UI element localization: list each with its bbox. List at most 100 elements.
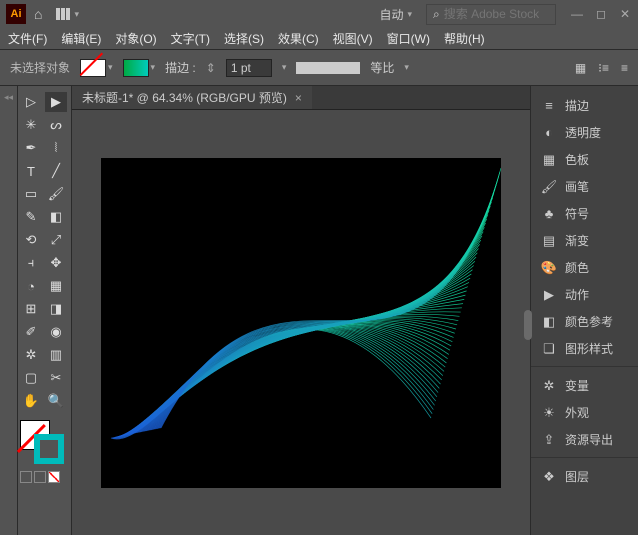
collapse-icon[interactable]: ◂◂: [4, 92, 13, 103]
gradient-tool[interactable]: ◨: [45, 299, 67, 319]
menu-file[interactable]: 文件(F): [8, 30, 47, 47]
panel-label: 色板: [565, 151, 589, 168]
search-icon: ⌕: [433, 7, 440, 22]
search-input[interactable]: [444, 7, 549, 21]
artboard-tool[interactable]: ▢: [20, 368, 42, 388]
panel-透明度[interactable]: ◐透明度: [531, 119, 638, 146]
magic-wand-tool[interactable]: ✳: [20, 115, 42, 135]
tab-close-icon[interactable]: ×: [295, 91, 302, 105]
line-tool[interactable]: ╱: [45, 161, 67, 181]
eraser-tool[interactable]: ◧: [45, 207, 67, 227]
panel-label: 画笔: [565, 178, 589, 195]
panel-符号[interactable]: ♣ 符号: [531, 200, 638, 227]
color-mode[interactable]: [20, 471, 32, 483]
selection-status: 未选择对象: [10, 59, 70, 76]
graph-tool[interactable]: ▥: [45, 345, 67, 365]
mesh-tool[interactable]: ⊞: [20, 299, 42, 319]
panel-资源导出[interactable]: ⇪资源导出: [531, 426, 638, 453]
panel-icon: 🎨: [541, 260, 557, 276]
align-icon[interactable]: ▦: [575, 61, 586, 75]
panel-色板[interactable]: ▦色板: [531, 146, 638, 173]
curvature-tool[interactable]: ⦚: [45, 138, 67, 158]
panel-label: 符号: [565, 205, 589, 222]
menu-type[interactable]: 文字(T): [171, 30, 210, 47]
panel-label: 外观: [565, 404, 589, 421]
panel-渐变[interactable]: ▤渐变: [531, 227, 638, 254]
stroke-stepper[interactable]: ⇕: [206, 61, 216, 75]
panel-图形样式[interactable]: ❏图形样式: [531, 335, 638, 362]
document-tab[interactable]: 未标题-1* @ 64.34% (RGB/GPU 预览) ×: [72, 86, 312, 109]
scale-tool[interactable]: ⤢: [45, 230, 67, 250]
panel-动作[interactable]: ▶动作: [531, 281, 638, 308]
fill-stroke-control[interactable]: [20, 420, 64, 464]
maximize-button[interactable]: ◻: [594, 7, 608, 21]
menu-select[interactable]: 选择(S): [224, 30, 264, 47]
panel-颜色[interactable]: 🎨 颜色: [531, 254, 638, 281]
close-button[interactable]: ✕: [618, 7, 632, 21]
panels-dock: ≡描边◐透明度▦色板 🖌 画笔 ♣ 符号 ▤渐变 🎨 颜色 ▶动作◧颜色参考❏图形样式 ✲变量☀外…: [530, 86, 638, 535]
gradient-mode[interactable]: [34, 471, 46, 483]
dock-strip: ◂◂: [0, 86, 18, 535]
stock-search[interactable]: ⌕: [426, 4, 556, 25]
tools-panel: ▷▶ ✳ᔕ ✒⦚ T╱ ▭🖌 ✎◧ ⟲⤢ ⫞✥ ◔▦ ⊞◨ ✐◉ ✲▥ ▢✂ ✋…: [18, 86, 72, 535]
zoom-tool[interactable]: 🔍: [45, 391, 67, 411]
panel-icon: ≡: [541, 98, 557, 114]
perspective-tool[interactable]: ▦: [45, 276, 67, 296]
symbol-sprayer-tool[interactable]: ✲: [20, 345, 42, 365]
menu-window[interactable]: 窗口(W): [387, 30, 430, 47]
stroke-box[interactable]: [34, 434, 64, 464]
panel-图层[interactable]: ❖ 图层: [531, 457, 638, 490]
menu-effect[interactable]: 效果(C): [278, 30, 319, 47]
panel-icon: ◧: [541, 314, 557, 330]
home-icon[interactable]: ⌂: [34, 6, 42, 22]
selection-tool[interactable]: ▷: [20, 92, 42, 112]
blend-tool[interactable]: ◉: [45, 322, 67, 342]
type-tool[interactable]: T: [20, 161, 42, 181]
panel-外观[interactable]: ☀外观: [531, 399, 638, 426]
panel-icon: 🖌: [541, 179, 557, 195]
document-tabs: 未标题-1* @ 64.34% (RGB/GPU 预览) ×: [72, 86, 530, 110]
paintbrush-tool[interactable]: 🖌: [45, 184, 67, 204]
none-mode[interactable]: [48, 471, 60, 483]
stroke-swatch[interactable]: [123, 59, 149, 77]
rectangle-tool[interactable]: ▭: [20, 184, 42, 204]
minimize-button[interactable]: —: [570, 7, 584, 21]
blend-artwork: [101, 158, 501, 488]
panel-变量[interactable]: ✲变量: [531, 366, 638, 399]
menu-view[interactable]: 视图(V): [333, 30, 373, 47]
panel-描边[interactable]: ≡描边: [531, 92, 638, 119]
lasso-tool[interactable]: ᔕ: [45, 115, 67, 135]
pencil-tool[interactable]: ✎: [20, 207, 42, 227]
canvas[interactable]: [72, 110, 530, 535]
free-transform-tool[interactable]: ✥: [45, 253, 67, 273]
stroke-value[interactable]: 1 pt: [226, 59, 272, 77]
scroll-thumb[interactable]: [524, 310, 532, 340]
panel-icon: ❖: [541, 469, 557, 485]
workspace-select[interactable]: 自动 ▾: [373, 4, 418, 25]
artboard: [101, 158, 501, 488]
hand-tool[interactable]: ✋: [20, 391, 42, 411]
eyedropper-tool[interactable]: ✐: [20, 322, 42, 342]
shape-builder-tool[interactable]: ◔: [20, 276, 42, 296]
menu-help[interactable]: 帮助(H): [444, 30, 485, 47]
panel-menu-icon[interactable]: ≡: [621, 61, 628, 75]
workspace-label: 自动: [379, 6, 403, 23]
direct-selection-tool[interactable]: ▶: [45, 92, 67, 112]
stroke-profile[interactable]: [296, 62, 360, 74]
distribute-icon[interactable]: ⁝≡: [598, 61, 609, 75]
panel-label: 动作: [565, 286, 589, 303]
panel-label: 渐变: [565, 232, 589, 249]
rotate-tool[interactable]: ⟲: [20, 230, 42, 250]
menu-object[interactable]: 对象(O): [115, 30, 156, 47]
panel-label: 图层: [565, 468, 589, 485]
workspace-layout[interactable]: ▾: [50, 6, 85, 22]
panel-画笔[interactable]: 🖌 画笔: [531, 173, 638, 200]
panel-颜色参考[interactable]: ◧颜色参考: [531, 308, 638, 335]
pen-tool[interactable]: ✒: [20, 138, 42, 158]
menu-edit[interactable]: 编辑(E): [61, 30, 101, 47]
width-tool[interactable]: ⫞: [20, 253, 42, 273]
fill-swatch[interactable]: [80, 59, 106, 77]
slice-tool[interactable]: ✂: [45, 368, 67, 388]
panel-label: 颜色: [565, 259, 589, 276]
panel-icon: ♣: [541, 206, 557, 222]
